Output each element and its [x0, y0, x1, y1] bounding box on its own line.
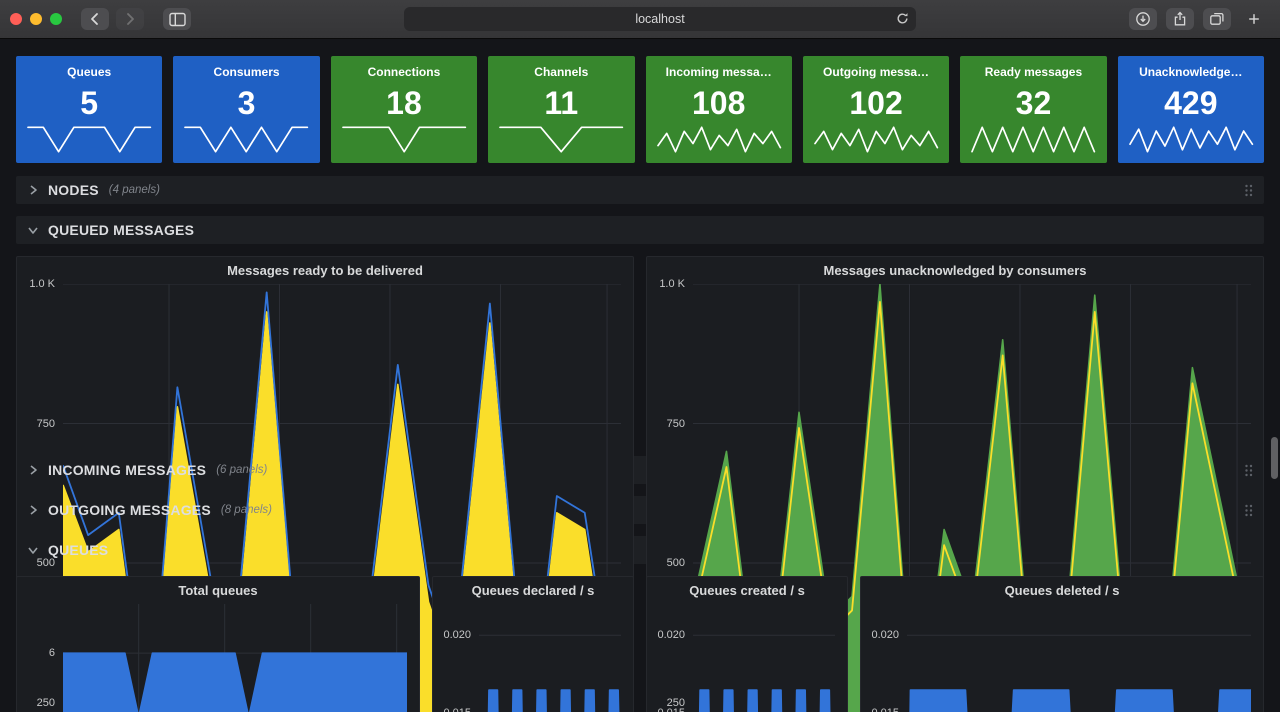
row-title: INCOMING MESSAGES	[48, 462, 206, 478]
stat-panel-queues: Queues 5	[16, 56, 162, 163]
tab-overview-button[interactable]	[1203, 8, 1231, 30]
row-title: NODES	[48, 182, 99, 198]
window-zoom-button[interactable]	[50, 13, 62, 25]
stat-panel-outgoing-messages: Outgoing messa… 102	[803, 56, 949, 163]
stat-title[interactable]: Incoming messa…	[646, 65, 792, 79]
row-panel-count: (6 panels)	[216, 464, 267, 476]
panel-title[interactable]: Queues declared / s	[433, 577, 633, 600]
sidebar-toggle-button[interactable]	[163, 8, 191, 30]
stat-value: 102	[803, 79, 949, 125]
stat-panel-unacknowledged: Unacknowledge… 429	[1118, 56, 1264, 163]
panel-title[interactable]: Messages ready to be delivered	[17, 257, 633, 280]
stat-value: 11	[488, 79, 634, 125]
queues-declared-chart: 0.0050.0100.0150.020	[433, 600, 633, 712]
plus-icon	[1247, 12, 1261, 26]
address-bar[interactable]: localhost	[404, 7, 916, 31]
stat-value: 108	[646, 79, 792, 125]
stat-value: 32	[960, 79, 1106, 125]
back-button[interactable]	[81, 8, 109, 30]
panel-title[interactable]: Total queues	[17, 577, 419, 600]
window-minimize-button[interactable]	[30, 13, 42, 25]
stat-sparkline	[972, 125, 1094, 154]
dashboard: Queues 5 Consumers 3 Connections 18 Chan…	[0, 39, 1280, 712]
stat-sparkline	[1130, 125, 1252, 154]
toolbar-right	[1129, 8, 1268, 30]
chevron-left-icon	[87, 11, 103, 27]
download-icon	[1135, 11, 1151, 27]
stat-sparkline	[815, 125, 937, 154]
reload-icon	[895, 11, 910, 26]
row-title: OUTGOING MESSAGES	[48, 502, 211, 518]
stat-sparkline	[28, 125, 150, 154]
stat-sparkline	[500, 125, 622, 154]
total-queues-chart: 246	[17, 600, 419, 712]
chevron-right-icon	[26, 183, 40, 197]
stat-title[interactable]: Outgoing messa…	[803, 65, 949, 79]
row-nodes[interactable]: NODES (4 panels)	[16, 176, 1264, 204]
stat-title[interactable]: Channels	[488, 65, 634, 79]
stat-title[interactable]: Unacknowledge…	[1118, 65, 1264, 79]
drag-handle-icon[interactable]	[1243, 183, 1254, 198]
window-close-button[interactable]	[10, 13, 22, 25]
queues-panels: Total queues 246 Queues declared / s 0.0…	[16, 576, 1264, 712]
stat-sparkline	[658, 125, 780, 154]
tabs-icon	[1209, 11, 1225, 27]
reload-button[interactable]	[895, 11, 910, 29]
stat-title[interactable]: Queues	[16, 65, 162, 79]
row-title: QUEUED MESSAGES	[48, 222, 194, 238]
panel-queues-declared: Queues declared / s 0.0050.0100.0150.020	[432, 576, 634, 712]
panel-title[interactable]: Messages unacknowledged by consumers	[647, 257, 1263, 280]
drag-handle-icon[interactable]	[1243, 503, 1254, 518]
sidebar-icon	[169, 12, 186, 27]
stat-row: Queues 5 Consumers 3 Connections 18 Chan…	[16, 56, 1264, 163]
panel-total-queues: Total queues 246	[16, 576, 420, 712]
panel-title[interactable]: Queues deleted / s	[861, 577, 1263, 600]
stat-value: 3	[173, 79, 319, 125]
panel-queues-deleted: Queues deleted / s 0.0050.0100.0150.020	[860, 576, 1264, 712]
row-queued-messages[interactable]: QUEUED MESSAGES	[16, 216, 1264, 244]
share-button[interactable]	[1166, 8, 1194, 30]
stat-panel-channels: Channels 11	[488, 56, 634, 163]
row-panel-count: (8 panels)	[221, 504, 272, 516]
stat-title[interactable]: Consumers	[173, 65, 319, 79]
share-icon	[1172, 11, 1188, 27]
browser-window: localhost Queues 5	[0, 0, 1280, 712]
queued-messages-panels: Messages ready to be delivered 025050075…	[16, 256, 1264, 442]
drag-handle-icon[interactable]	[1243, 463, 1254, 478]
scrollbar-thumb[interactable]	[1271, 437, 1278, 479]
forward-button[interactable]	[116, 8, 144, 30]
stat-value: 429	[1118, 79, 1264, 125]
queues-deleted-chart: 0.0050.0100.0150.020	[861, 600, 1263, 712]
chevron-down-icon	[26, 223, 40, 237]
stat-sparkline	[185, 125, 307, 154]
url-text: localhost	[635, 12, 684, 26]
traffic-lights	[10, 13, 62, 25]
browser-chrome: localhost	[0, 0, 1280, 39]
stat-title[interactable]: Connections	[331, 65, 477, 79]
row-panel-count: (4 panels)	[109, 184, 160, 196]
chevron-right-icon	[122, 11, 138, 27]
stat-panel-ready-messages: Ready messages 32	[960, 56, 1106, 163]
stat-sparkline	[343, 125, 465, 154]
new-tab-button[interactable]	[1240, 8, 1268, 30]
stat-panel-incoming-messages: Incoming messa… 108	[646, 56, 792, 163]
stat-value: 5	[16, 79, 162, 125]
downloads-button[interactable]	[1129, 8, 1157, 30]
stat-panel-consumers: Consumers 3	[173, 56, 319, 163]
stat-panel-connections: Connections 18	[331, 56, 477, 163]
stat-title[interactable]: Ready messages	[960, 65, 1106, 79]
stat-value: 18	[331, 79, 477, 125]
queues-created-chart: 0.0050.0100.0150.020	[647, 600, 847, 712]
